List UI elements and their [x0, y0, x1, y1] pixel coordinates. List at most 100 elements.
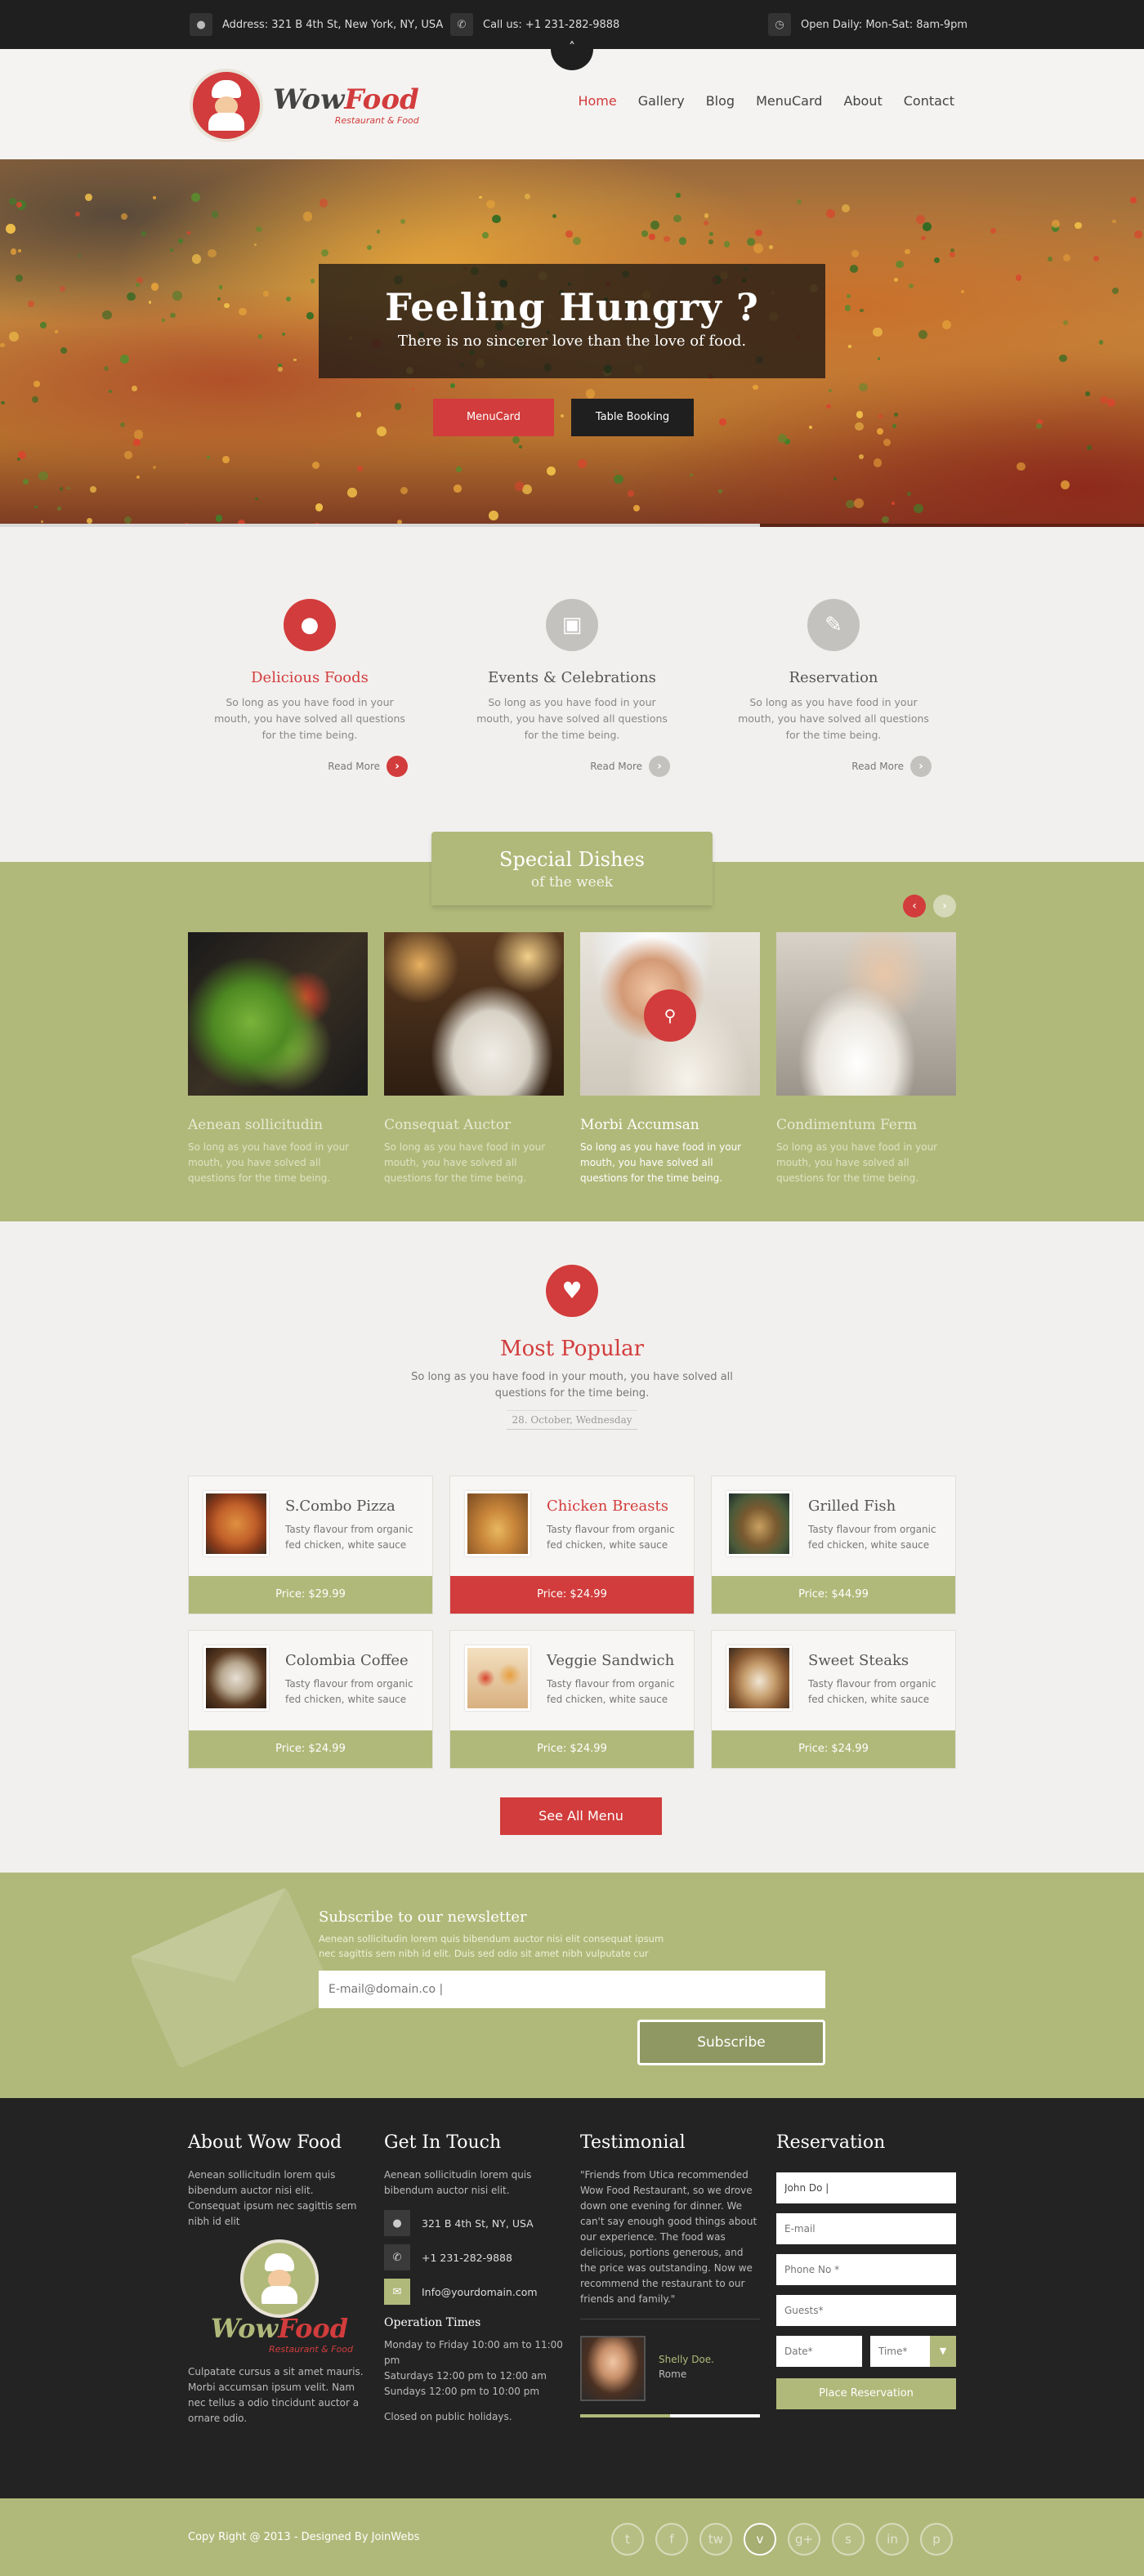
google-plus-icon[interactable]: g+: [788, 2523, 820, 2556]
map-pin-icon: ●: [384, 2210, 410, 2236]
feature-events: ▣ Events & Celebrations So long as you h…: [474, 599, 670, 777]
dish-card[interactable]: ⚲ Morbi Accumsan So long as you have foo…: [580, 932, 760, 1186]
footer-logo-name: WowFood: [210, 2313, 349, 2344]
item-price: Price: $29.99: [189, 1576, 432, 1614]
phone-icon: ✆: [384, 2244, 410, 2270]
nav-menucard[interactable]: MenuCard: [756, 93, 822, 109]
edit-icon: ✎: [807, 599, 860, 651]
chevron-up-icon: ˄: [569, 39, 575, 55]
dish-text: So long as you have food in your mouth, …: [580, 1141, 742, 1184]
salad-image: [188, 932, 368, 1096]
nav-about[interactable]: About: [843, 93, 882, 109]
facebook-icon[interactable]: f: [655, 2523, 688, 2556]
dish-card[interactable]: Condimentum Ferm So long as you have foo…: [776, 932, 956, 1186]
chevron-right-icon: ›: [387, 756, 408, 777]
read-more-link[interactable]: Read More ›: [328, 756, 408, 777]
menu-item-card[interactable]: S.Combo Pizza Tasty flavour from organic…: [188, 1476, 433, 1614]
clock-icon: ◷: [768, 13, 791, 36]
section-subtitle: of the week: [530, 874, 614, 891]
footer-heading: Reservation: [776, 2132, 886, 2153]
menu-item-card[interactable]: Chicken Breasts Tasty flavour from organ…: [449, 1476, 695, 1614]
hours-info: ◷ Open Daily: Mon-Sat: 8am-9pm: [768, 13, 967, 36]
mail-icon: ✉: [384, 2279, 410, 2305]
plated-dish-image: [776, 932, 956, 1096]
see-all-menu-button[interactable]: See All Menu: [500, 1797, 662, 1835]
nav-home[interactable]: Home: [578, 93, 616, 109]
search-icon[interactable]: ⚲: [644, 989, 696, 1042]
chicken-thumbnail: [465, 1491, 530, 1556]
reservation-time-select[interactable]: ▼: [870, 2336, 956, 2367]
menu-item-card[interactable]: Sweet Steaks Tasty flavour from organic …: [711, 1630, 956, 1769]
most-popular-heading: ♥ Most Popular So long as you have food …: [0, 1265, 1144, 1430]
read-more-link[interactable]: Read More ›: [590, 756, 670, 777]
vimeo-icon[interactable]: v: [744, 2523, 776, 2556]
twitter-icon[interactable]: tw: [699, 2523, 732, 2556]
about-text: Culpatate cursus a sit amet mauris. Morb…: [188, 2366, 364, 2424]
menucard-button[interactable]: MenuCard: [433, 399, 554, 436]
author-name: Shelly Doe.: [659, 2354, 714, 2365]
testimonial-author: Shelly Doe. Rome: [580, 2336, 760, 2401]
newsletter-email-input[interactable]: [319, 1971, 825, 2008]
menu-item-card[interactable]: Veggie Sandwich Tasty flavour from organ…: [449, 1630, 695, 1769]
chevron-down-icon[interactable]: ▼: [930, 2336, 956, 2367]
item-name: S.Combo Pizza: [285, 1498, 395, 1515]
prev-arrow-button[interactable]: ‹: [903, 895, 926, 917]
next-arrow-button[interactable]: ›: [933, 895, 956, 917]
envelope-icon: [129, 1886, 337, 2069]
dish-title: Aenean sollicitudin: [188, 1117, 324, 1133]
reservation-email-input[interactable]: [776, 2213, 956, 2244]
dish-card[interactable]: Aenean sollicitudin So long as you have …: [188, 932, 368, 1186]
footer-about: About Wow Food Aenean sollicitudin lorem…: [188, 2132, 368, 2426]
skype-icon[interactable]: s: [832, 2523, 865, 2556]
hours-line: Saturdays 12:00 pm to 12:00 am: [384, 2370, 547, 2382]
hero-banner: Feeling Hungry ? There is no sincerer lo…: [0, 159, 1144, 527]
place-reservation-button[interactable]: Place Reservation: [776, 2378, 956, 2409]
address-text: Address: 321 B 4th St, New York, NY, USA: [222, 18, 444, 31]
section-title: Special Dishes: [499, 848, 645, 871]
item-desc: Tasty flavour from organic fed chicken, …: [285, 1678, 413, 1705]
item-price: Price: $44.99: [712, 1576, 955, 1614]
chef-logo-icon: [240, 2239, 319, 2318]
reservation-name-input[interactable]: [776, 2172, 956, 2203]
address-info: ● Address: 321 B 4th St, New York, NY, U…: [190, 13, 443, 36]
newsletter-section: Subscribe to our newsletter Aenean solli…: [0, 1873, 1144, 2098]
dish-card[interactable]: Consequat Auctor So long as you have foo…: [384, 932, 564, 1186]
item-desc: Tasty flavour from organic fed chicken, …: [547, 1678, 675, 1705]
reservation-guests-input[interactable]: [776, 2295, 956, 2326]
item-name: Sweet Steaks: [808, 1652, 909, 1669]
feature-delicious-foods: ● Delicious Foods So long as you have fo…: [212, 599, 408, 777]
nav-contact[interactable]: Contact: [904, 93, 954, 109]
cloche-icon: ●: [284, 599, 336, 651]
contact-email[interactable]: ✉ Info@yourdomain.com: [384, 2279, 564, 2305]
pizza-thumbnail: [203, 1491, 269, 1556]
footer-logo-tagline: Restaurant & Food: [268, 2344, 353, 2355]
logo[interactable]: WowFood Restaurant & Food: [190, 69, 419, 142]
tumblr-icon[interactable]: t: [611, 2523, 644, 2556]
chevron-right-icon: ›: [649, 756, 670, 777]
newsletter-text: Aenean sollicitudin lorem quis bibendum …: [319, 1933, 664, 1959]
menu-item-card[interactable]: Grilled Fish Tasty flavour from organic …: [711, 1476, 956, 1614]
section-text: So long as you have food in your mouth, …: [411, 1371, 733, 1400]
item-name: Chicken Breasts: [547, 1498, 669, 1515]
feature-text: So long as you have food in your mouth, …: [476, 696, 668, 741]
footer-contact: Get In Touch Aenean sollicitudin lorem q…: [384, 2132, 564, 2425]
reservation-phone-input[interactable]: [776, 2254, 956, 2285]
footer-logo: WowFood Restaurant & Food: [206, 2239, 353, 2355]
nav-blog[interactable]: Blog: [706, 93, 735, 109]
contact-text: Aenean sollicitudin lorem quis bibendum …: [384, 2169, 532, 2196]
linkedin-icon[interactable]: in: [876, 2523, 909, 2556]
read-more-link[interactable]: Read More ›: [851, 756, 932, 777]
table-booking-button[interactable]: Table Booking: [571, 399, 694, 436]
chevron-right-icon: ›: [942, 900, 947, 913]
footer: About Wow Food Aenean sollicitudin lorem…: [0, 2098, 1144, 2498]
reservation-date-input[interactable]: [776, 2336, 862, 2367]
dish-text: So long as you have food in your mouth, …: [776, 1141, 938, 1184]
sandwich-thumbnail: [465, 1645, 530, 1711]
subscribe-button[interactable]: Subscribe: [637, 2020, 825, 2065]
author-city: Rome: [659, 2368, 687, 2380]
menu-item-card[interactable]: Colombia Coffee Tasty flavour from organ…: [188, 1630, 433, 1769]
item-price: Price: $24.99: [450, 1576, 694, 1614]
nav-gallery[interactable]: Gallery: [638, 93, 685, 109]
item-price: Price: $24.99: [189, 1730, 432, 1768]
pinterest-icon[interactable]: p: [920, 2523, 953, 2556]
